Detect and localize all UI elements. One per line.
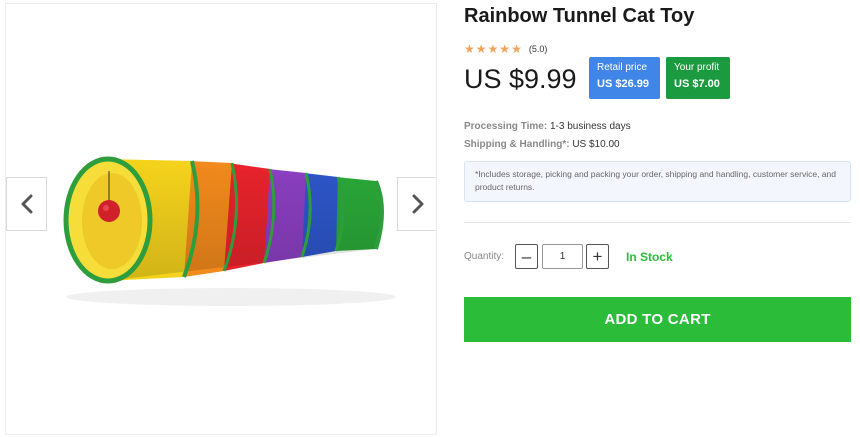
quantity-label: Quantity: bbox=[464, 251, 505, 262]
profit-label: Your profit bbox=[674, 62, 720, 73]
processing-time: Processing Time: 1-3 business days bbox=[464, 121, 631, 132]
quantity-increase-button[interactable]: + bbox=[586, 244, 609, 269]
product-image bbox=[63, 156, 396, 306]
profit-badge: Your profit US $7.00 bbox=[666, 57, 730, 99]
retail-price-value: US $26.99 bbox=[597, 78, 649, 90]
chevron-right-icon bbox=[412, 194, 423, 214]
profit-value: US $7.00 bbox=[674, 78, 720, 90]
shipping-handling: Shipping & Handling*: US $10.00 bbox=[464, 139, 620, 150]
quantity-input[interactable] bbox=[542, 244, 583, 269]
retail-price-label: Retail price bbox=[597, 62, 648, 73]
add-to-cart-button[interactable]: ADD TO CART bbox=[464, 297, 851, 342]
star-icon: ★ bbox=[487, 42, 499, 56]
product-title: Rainbow Tunnel Cat Toy bbox=[464, 5, 695, 27]
star-icon: ★ bbox=[511, 42, 522, 56]
rating-text: (5.0) bbox=[528, 44, 548, 54]
prev-image-button[interactable] bbox=[6, 177, 47, 231]
star-icon: ★ bbox=[464, 42, 475, 56]
next-image-button[interactable] bbox=[397, 177, 436, 231]
quantity-decrease-button[interactable]: – bbox=[515, 244, 538, 269]
divider bbox=[464, 222, 851, 223]
shipping-label: Shipping & Handling*: bbox=[464, 139, 570, 150]
product-info: Rainbow Tunnel Cat Toy ★ ★ ★ ★ ★ (5.0) US $9… bbox=[464, 0, 852, 437]
processing-time-value: 1-3 business days bbox=[549, 121, 631, 132]
retail-price-badge: Retail price US $26.99 bbox=[589, 57, 660, 99]
product-rating: ★ ★ ★ ★ ★ (5.0) bbox=[464, 43, 547, 55]
stock-status: In Stock bbox=[626, 250, 673, 264]
includes-note: *Includes storage, picking and packing y… bbox=[464, 161, 851, 202]
product-price: US $9.99 bbox=[464, 64, 577, 94]
processing-time-label: Processing Time: bbox=[464, 121, 548, 132]
rating-stars: ★ ★ ★ ★ ★ bbox=[464, 43, 523, 55]
star-icon: ★ bbox=[475, 42, 487, 56]
shipping-value: US $10.00 bbox=[572, 139, 620, 150]
product-gallery bbox=[5, 3, 437, 435]
chevron-left-icon bbox=[21, 194, 32, 214]
star-icon: ★ bbox=[499, 42, 511, 56]
